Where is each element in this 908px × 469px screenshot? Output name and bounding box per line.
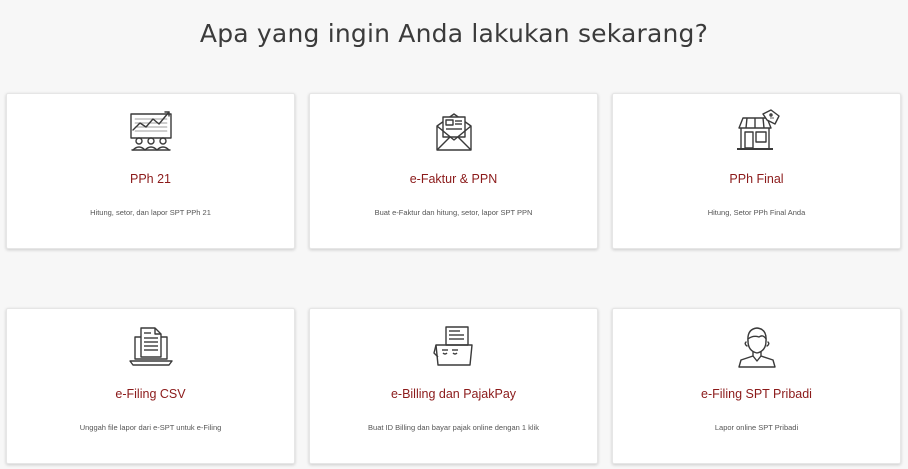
card-description: Unggah file lapor dari e-SPT untuk e-Fil… xyxy=(79,423,222,432)
page-title: Apa yang ingin Anda lakukan sekarang? xyxy=(199,18,709,48)
card-efiling-spt-pribadi[interactable]: e-Filing SPT Pribadi Lapor online SPT Pr… xyxy=(612,308,901,464)
receipt-machine-icon xyxy=(430,323,478,371)
card-ebilling-pajakpay[interactable]: e-Billing dan PajakPay Buat ID Billing d… xyxy=(309,308,598,464)
card-efiling-csv[interactable]: e-Filing CSV Unggah file lapor dari e-SP… xyxy=(6,308,295,464)
laptop-document-icon xyxy=(127,323,175,371)
card-pph-final[interactable]: PPh Final Hitung, Setor PPh Final Anda xyxy=(612,93,901,249)
storefront-tag-icon xyxy=(733,108,781,156)
card-description: Lapor online SPT Pribadi xyxy=(714,423,799,432)
card-title: e-Faktur & PPN xyxy=(409,172,498,186)
card-description: Hitung, setor, dan lapor SPT PPh 21 xyxy=(90,208,211,217)
card-efaktur-ppn[interactable]: e-Faktur & PPN Buat e-Faktur dan hitung,… xyxy=(309,93,598,249)
card-title: e-Filing SPT Pribadi xyxy=(701,387,812,401)
card-title: PPh 21 xyxy=(129,172,171,186)
card-title: e-Filing CSV xyxy=(115,387,186,401)
card-description: Buat e-Faktur dan hitung, setor, lapor S… xyxy=(374,208,533,217)
person-icon xyxy=(733,323,781,371)
card-description: Buat ID Billing dan bayar pajak online d… xyxy=(368,423,539,432)
card-description: Hitung, Setor PPh Final Anda xyxy=(707,208,806,217)
card-title: e-Billing dan PajakPay xyxy=(390,387,517,401)
card-pph21[interactable]: PPh 21 Hitung, setor, dan lapor SPT PPh … xyxy=(6,93,295,249)
card-title: PPh Final xyxy=(729,172,784,186)
chart-people-icon xyxy=(127,108,175,156)
envelope-document-icon xyxy=(430,108,478,156)
